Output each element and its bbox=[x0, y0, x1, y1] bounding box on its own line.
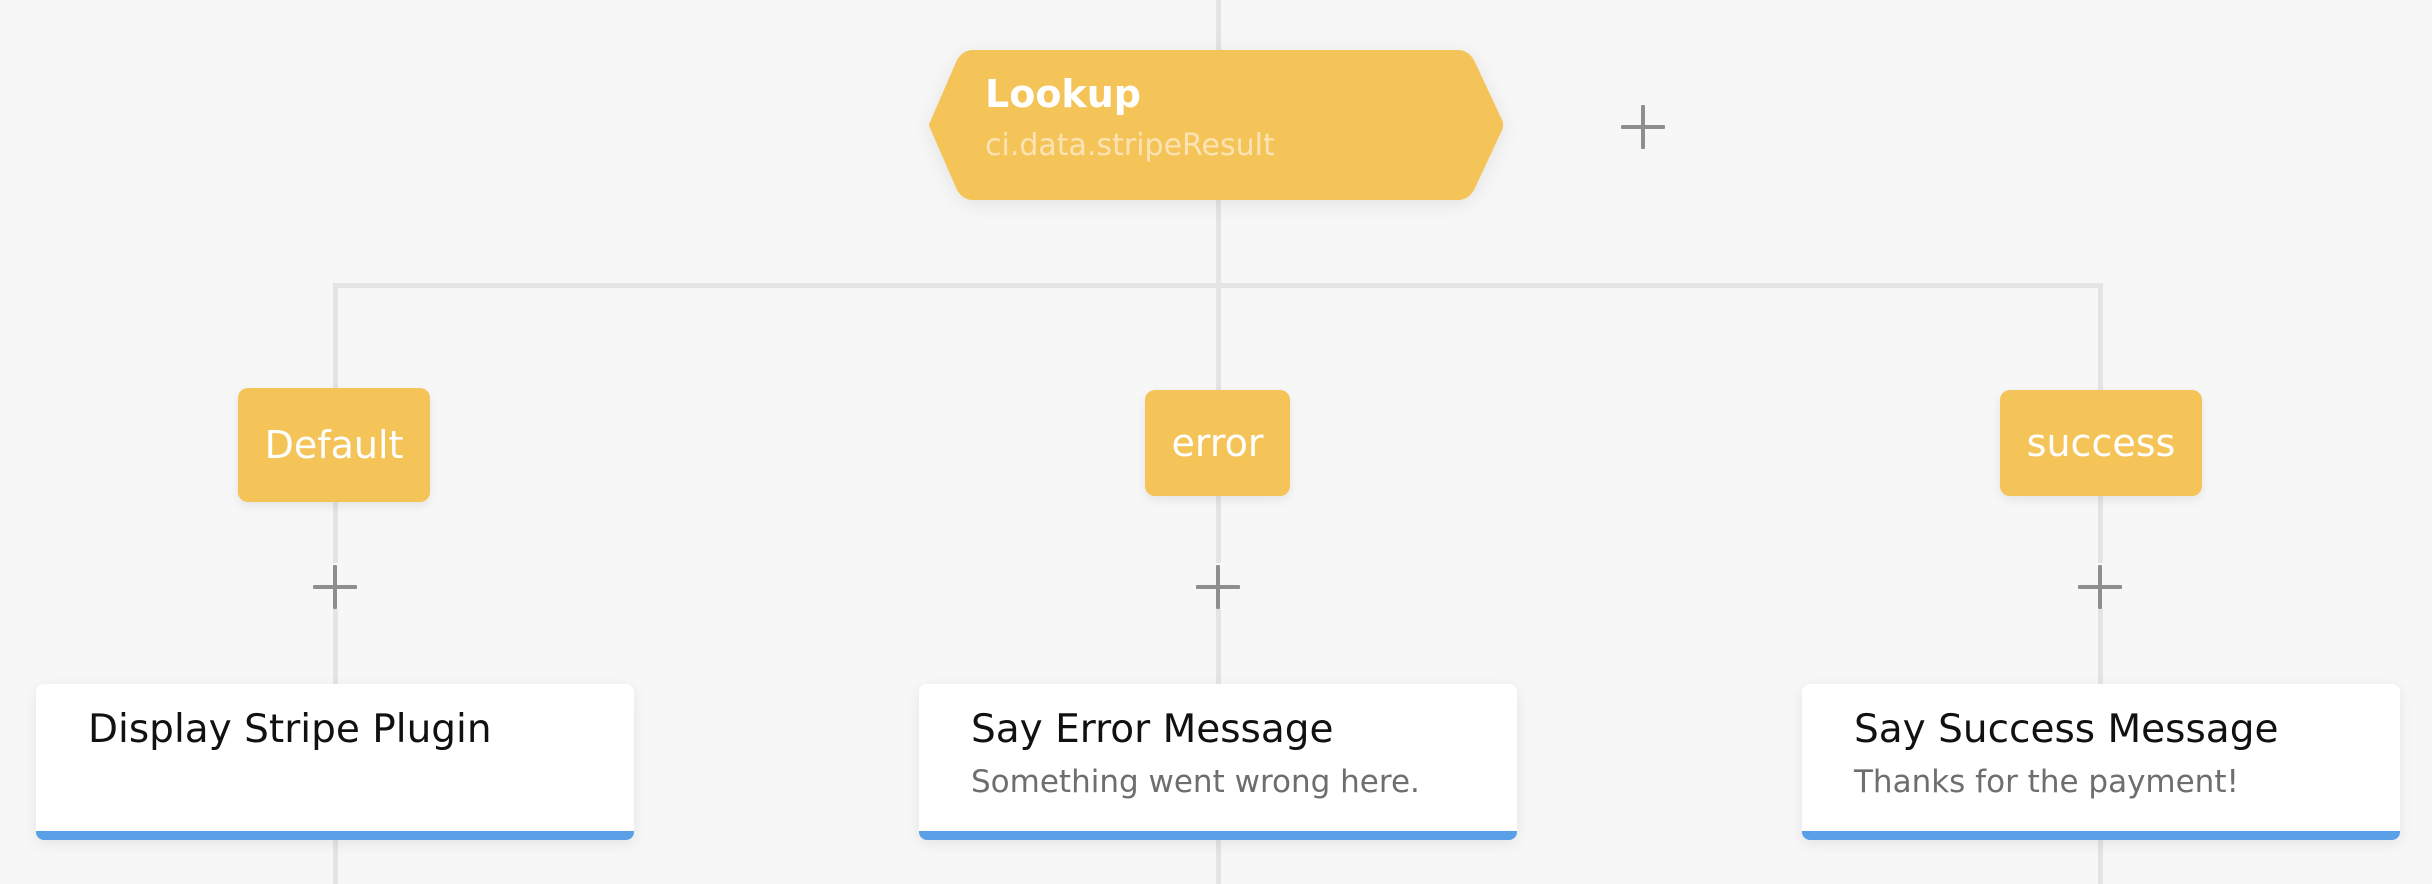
card-accent-bar bbox=[36, 831, 634, 840]
add-icon[interactable] bbox=[313, 565, 357, 609]
card-title: Say Success Message bbox=[1854, 707, 2279, 752]
card-accent-bar bbox=[1802, 831, 2400, 840]
connector-branch-success bbox=[2098, 283, 2103, 390]
connector-branch-default bbox=[333, 283, 338, 390]
step-card-say-success-message[interactable]: Say Success Message Thanks for the payme… bbox=[1802, 684, 2400, 840]
card-title: Display Stripe Plugin bbox=[88, 707, 492, 752]
card-subtitle: Thanks for the payment! bbox=[1854, 764, 2239, 800]
card-subtitle: Something went wrong here. bbox=[971, 764, 1420, 800]
connector-branch-error bbox=[1216, 283, 1221, 390]
branch-success[interactable]: success bbox=[2000, 390, 2202, 496]
step-card-display-stripe-plugin[interactable]: Display Stripe Plugin bbox=[36, 684, 634, 840]
lookup-title: Lookup bbox=[985, 72, 1141, 116]
add-icon[interactable] bbox=[1196, 565, 1240, 609]
connector-success-bottom bbox=[2098, 840, 2103, 884]
add-icon[interactable] bbox=[2078, 565, 2122, 609]
connector-error-bottom bbox=[1216, 840, 1221, 884]
card-accent-bar bbox=[919, 831, 1517, 840]
step-card-say-error-message[interactable]: Say Error Message Something went wrong h… bbox=[919, 684, 1517, 840]
branch-error[interactable]: error bbox=[1145, 390, 1290, 496]
lookup-node[interactable]: Lookup ci.data.stripeResult bbox=[928, 50, 1503, 200]
connector-default-bottom bbox=[333, 840, 338, 884]
branch-default[interactable]: Default bbox=[238, 388, 430, 502]
add-icon[interactable] bbox=[1621, 105, 1665, 149]
connector-top bbox=[1216, 0, 1221, 50]
card-title: Say Error Message bbox=[971, 707, 1334, 752]
connector-lookup-down bbox=[1216, 200, 1221, 288]
lookup-subtitle: ci.data.stripeResult bbox=[985, 128, 1275, 163]
